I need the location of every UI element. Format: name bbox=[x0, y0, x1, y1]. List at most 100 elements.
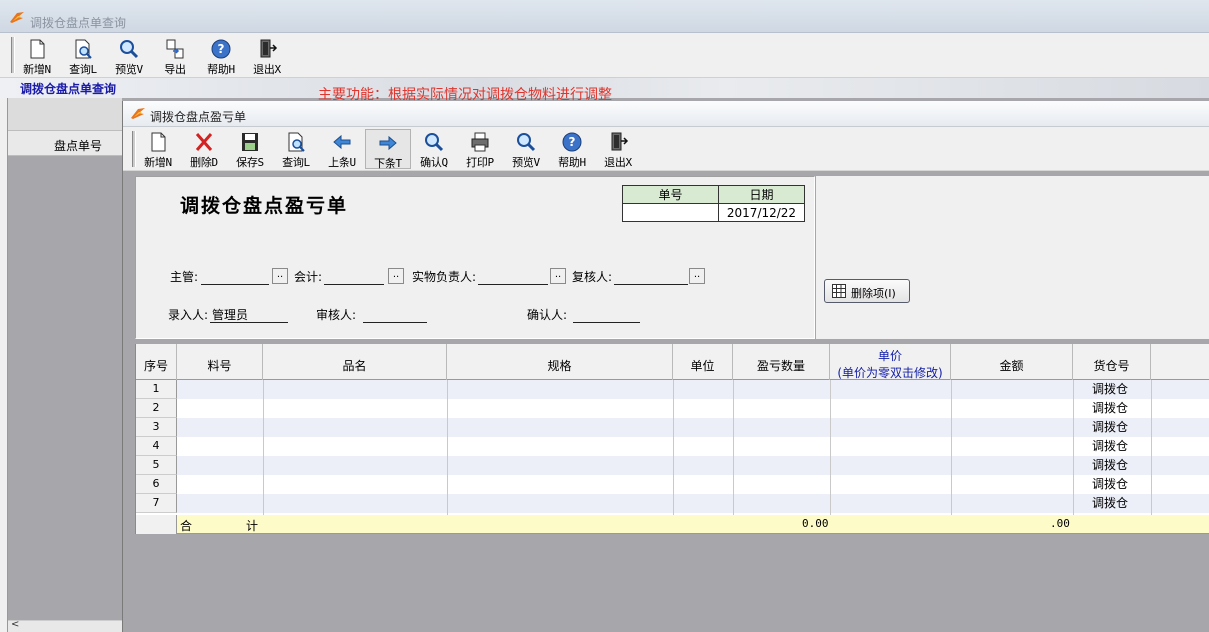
total-row: 合 计 0.00 .00 bbox=[136, 515, 1209, 534]
custodian-label: 实物负责人: bbox=[412, 270, 477, 284]
total-row-number bbox=[136, 515, 177, 534]
col-unit-price[interactable]: 单价 (单价为零双击修改) bbox=[830, 344, 951, 380]
date-value[interactable]: 2017/12/22 bbox=[718, 203, 805, 222]
svg-text:?: ? bbox=[218, 42, 225, 56]
confirmer-field[interactable] bbox=[573, 322, 640, 323]
help-button-label: 帮助H bbox=[207, 63, 235, 76]
auditor-field[interactable] bbox=[363, 322, 427, 323]
grid-line bbox=[951, 380, 952, 534]
total-label-ji: 计 bbox=[246, 519, 259, 533]
confirm-button[interactable]: 确认Q bbox=[411, 129, 457, 169]
list-header-strip bbox=[8, 98, 122, 130]
list-column-header[interactable]: 盘点单号 bbox=[8, 130, 122, 156]
col-unit[interactable]: 单位 bbox=[673, 344, 733, 380]
export-button[interactable]: 导出 bbox=[152, 36, 198, 76]
delete-button-label: 删除D bbox=[190, 156, 218, 169]
entered-by-value: 管理员 bbox=[212, 308, 249, 322]
grid-line bbox=[1073, 380, 1074, 534]
exit-button[interactable]: 退出X bbox=[595, 129, 641, 169]
total-label-he: 合 bbox=[180, 519, 193, 533]
new-doc-icon bbox=[151, 132, 166, 152]
svg-text:?: ? bbox=[569, 135, 576, 149]
accountant-field[interactable] bbox=[324, 284, 384, 285]
printer-icon bbox=[471, 132, 489, 152]
col-spec-label: 规格 bbox=[547, 359, 572, 373]
col-warehouse[interactable]: 货仓号 bbox=[1073, 344, 1151, 380]
new-doc-icon bbox=[30, 39, 45, 59]
warehouse-cell[interactable]: 调拨仓 bbox=[1072, 418, 1148, 436]
entered-by-field[interactable] bbox=[210, 322, 288, 323]
next-record-button[interactable]: 下条T bbox=[365, 129, 411, 170]
reviewer-picker-button[interactable]: .. bbox=[689, 268, 705, 284]
form-header-panel: 调拨仓盘点盈亏单 单号 日期 2017/12/22 主管: .. 会计: .. … bbox=[135, 176, 815, 339]
inventory-adjustment-window: 调拨仓盘点盈亏单 新增N 删除D 保存S 查询L 上条U 下条T 确认Q 打印P… bbox=[122, 101, 1209, 632]
query-button-label: 查询L bbox=[69, 63, 97, 76]
row-number: 7 bbox=[136, 494, 177, 513]
export-button-label: 导出 bbox=[164, 63, 186, 76]
delete-x-icon bbox=[195, 133, 213, 151]
col-amount-label: 金额 bbox=[999, 359, 1024, 373]
col-amount[interactable]: 金额 bbox=[951, 344, 1073, 380]
outer-toolbar: 新增N 查询L 预览V 导出 ? 帮助H 退出X bbox=[0, 33, 1209, 78]
exit-button-label: 退出X bbox=[604, 156, 632, 169]
document-list-pane: 盘点单号 < bbox=[8, 98, 122, 632]
preview-button-label: 预览V bbox=[512, 156, 540, 169]
col-warehouse-label: 货仓号 bbox=[1093, 359, 1130, 373]
help-button[interactable]: ? 帮助H bbox=[198, 36, 244, 76]
exit-icon bbox=[260, 39, 278, 58]
magnifier-icon bbox=[425, 133, 444, 152]
query-button[interactable]: 查询L bbox=[273, 129, 319, 169]
col-item-no-label: 料号 bbox=[207, 359, 232, 373]
total-diff-qty: 0.00 bbox=[802, 517, 829, 530]
warehouse-cell[interactable]: 调拨仓 bbox=[1072, 494, 1148, 512]
warehouse-cell[interactable]: 调拨仓 bbox=[1072, 456, 1148, 474]
supervisor-picker-button[interactable]: .. bbox=[272, 268, 288, 284]
custodian-field[interactable] bbox=[478, 284, 548, 285]
scroll-left-icon[interactable]: < bbox=[11, 619, 19, 630]
delete-item-button[interactable]: 删除项(I) bbox=[824, 279, 910, 303]
delete-button[interactable]: 删除D bbox=[181, 129, 227, 169]
warehouse-cell[interactable]: 调拨仓 bbox=[1072, 475, 1148, 493]
date-label: 日期 bbox=[718, 185, 805, 204]
col-name[interactable]: 品名 bbox=[263, 344, 447, 380]
prev-record-button[interactable]: 上条U bbox=[319, 129, 365, 169]
preview-button[interactable]: 预览V bbox=[106, 36, 152, 76]
warehouse-cell[interactable]: 调拨仓 bbox=[1072, 437, 1148, 455]
form-title: 调拨仓盘点盈亏单 bbox=[180, 195, 349, 217]
info-banner: 调拨仓盘点单查询 主要功能：根据实际情况对调拨仓物料进行调整 bbox=[0, 78, 1209, 103]
save-button-label: 保存S bbox=[236, 156, 264, 169]
print-button[interactable]: 打印P bbox=[457, 129, 503, 169]
exit-button[interactable]: 退出X bbox=[244, 36, 290, 76]
outer-title-bar: 调拨仓盘点单查询 bbox=[0, 0, 1209, 33]
col-item-no[interactable]: 料号 bbox=[177, 344, 263, 380]
col-unit-price-hint: (单价为零双击修改) bbox=[837, 366, 943, 380]
export-icon bbox=[166, 39, 184, 59]
horizontal-scrollbar[interactable]: < bbox=[8, 619, 122, 632]
warehouse-cell[interactable]: 调拨仓 bbox=[1072, 399, 1148, 417]
grid-line bbox=[830, 380, 831, 534]
query-button[interactable]: 查询L bbox=[60, 36, 106, 76]
warehouse-cell[interactable]: 调拨仓 bbox=[1072, 380, 1148, 398]
list-column-label: 盘点单号 bbox=[54, 139, 103, 153]
reviewer-field[interactable] bbox=[614, 284, 688, 285]
supervisor-field[interactable] bbox=[201, 284, 269, 285]
doc-no-value[interactable] bbox=[622, 203, 719, 222]
accountant-picker-button[interactable]: .. bbox=[388, 268, 404, 284]
col-spec[interactable]: 规格 bbox=[447, 344, 673, 380]
help-button[interactable]: ? 帮助H bbox=[549, 129, 595, 169]
arrow-left-icon bbox=[333, 134, 351, 150]
help-icon: ? bbox=[562, 132, 582, 152]
save-button[interactable]: 保存S bbox=[227, 129, 273, 169]
preview-button[interactable]: 预览V bbox=[503, 129, 549, 169]
new-button[interactable]: 新增N bbox=[135, 129, 181, 169]
new-button-label: 新增N bbox=[144, 156, 172, 169]
col-diff-qty-label: 盈亏数量 bbox=[756, 359, 805, 373]
next-record-label: 下条T bbox=[374, 157, 402, 170]
left-edge bbox=[0, 98, 8, 632]
new-button[interactable]: 新增N bbox=[14, 36, 60, 76]
col-diff-qty[interactable]: 盈亏数量 bbox=[733, 344, 830, 380]
query-button-label: 查询L bbox=[282, 156, 310, 169]
custodian-picker-button[interactable]: .. bbox=[550, 268, 566, 284]
confirmer-label: 确认人: bbox=[527, 308, 568, 322]
col-no[interactable]: 序号 bbox=[136, 344, 177, 380]
